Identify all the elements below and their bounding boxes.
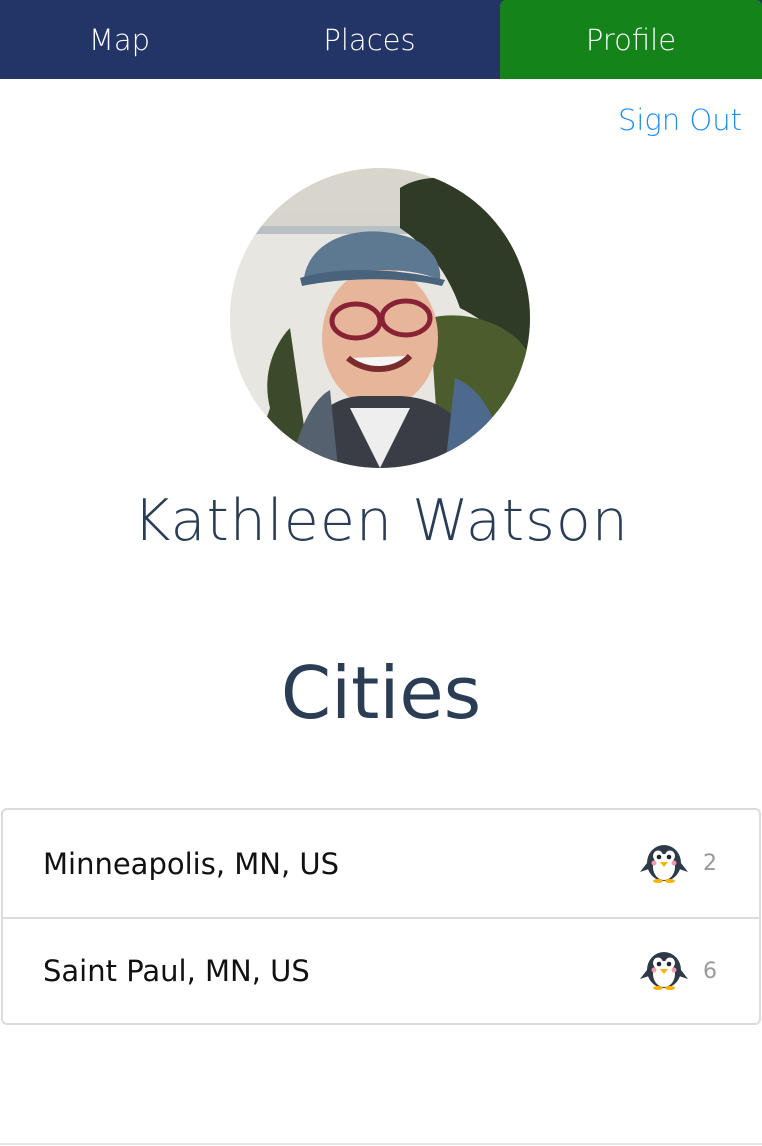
- penguin-icon: [639, 948, 689, 994]
- avatar: [230, 168, 530, 468]
- city-name: Saint Paul, MN, US: [43, 954, 310, 988]
- visitor-count: 6: [703, 958, 717, 984]
- list-item[interactable]: Saint Paul, MN, US 6: [3, 917, 759, 1023]
- tab-places[interactable]: Places: [239, 0, 500, 79]
- top-nav: Map Places Profile: [0, 0, 762, 79]
- profile-name: Kathleen Watson: [133, 488, 629, 554]
- list-item[interactable]: Minneapolis, MN, US 2: [3, 810, 759, 917]
- visitor-count: 2: [703, 851, 717, 876]
- divider: [0, 1143, 762, 1145]
- tab-map[interactable]: Map: [0, 0, 239, 79]
- city-visitors: 2: [639, 810, 719, 917]
- sign-out-link[interactable]: Sign Out: [618, 103, 742, 137]
- penguin-icon: [639, 841, 689, 887]
- tab-profile[interactable]: Profile: [500, 0, 762, 79]
- city-visitors: 6: [639, 919, 719, 1023]
- city-name: Minneapolis, MN, US: [43, 846, 340, 881]
- city-list: Minneapolis, MN, US 2 Saint Paul, MN, US…: [1, 808, 761, 1025]
- cities-heading: Cities: [280, 651, 482, 735]
